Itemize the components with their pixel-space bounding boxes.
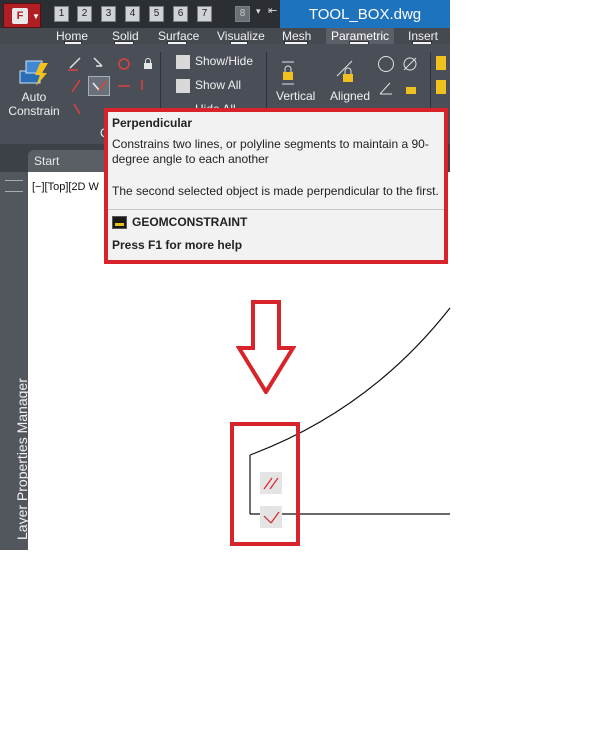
qat-save-button[interactable]: 3	[101, 6, 116, 22]
lock-icon	[143, 57, 153, 69]
down-arrow-icon	[236, 300, 296, 394]
qat-workspace-button[interactable]: 8	[235, 6, 250, 22]
qat-customize-icon[interactable]: ⇤	[268, 4, 277, 17]
palette-grip[interactable]	[5, 180, 23, 192]
diameter-icon[interactable]	[402, 56, 418, 72]
app-menu-icon: F	[12, 8, 28, 24]
convert-icon[interactable]	[404, 80, 418, 96]
qat-redo-button[interactable]: 7	[197, 6, 212, 22]
manage-icon[interactable]	[436, 56, 446, 70]
show-all-icon	[176, 79, 190, 93]
qat-saveas-button[interactable]: 4	[125, 6, 140, 22]
manage-icon-2[interactable]	[436, 80, 446, 94]
vertical-dimension-icon	[280, 60, 296, 86]
document-title-tab: TOOL_BOX.dwg	[280, 0, 450, 28]
tooltip-highlight-frame	[104, 108, 448, 264]
show-hide-button[interactable]: Show/Hide	[195, 54, 253, 68]
application-menu-button[interactable]: F ▼	[3, 3, 41, 28]
highlight-box	[230, 422, 300, 546]
perpendicular-icon	[92, 80, 107, 91]
auto-constrain-icon[interactable]	[18, 55, 50, 87]
start-file-tab[interactable]: Start	[28, 150, 108, 172]
document-title: TOOL_BOX.dwg	[308, 6, 422, 23]
vertical-button[interactable]: Vertical	[276, 89, 315, 103]
chevron-down-icon: ▼	[32, 12, 40, 21]
qat-plot-button[interactable]: 5	[149, 6, 164, 22]
aligned-dimension-icon	[334, 58, 360, 86]
aligned-button[interactable]: Aligned	[330, 89, 370, 103]
auto-constrain-button[interactable]: Auto Constrain	[8, 90, 60, 118]
show-hide-icon	[176, 55, 190, 69]
viewport-controls[interactable]: [−][Top][2D W	[32, 181, 99, 193]
qat-dropdown-icon[interactable]: ▾	[256, 6, 261, 17]
qat-new-button[interactable]: 1	[54, 6, 69, 22]
perpendicular-constraint-button[interactable]	[88, 76, 110, 96]
start-tab-label: Start	[34, 154, 60, 168]
qat-open-button[interactable]: 2	[77, 6, 92, 22]
show-all-button[interactable]: Show All	[195, 78, 241, 92]
radius-icon[interactable]	[378, 56, 394, 72]
angular-icon[interactable]	[378, 80, 394, 96]
qat-undo-button[interactable]: 6	[173, 6, 188, 22]
